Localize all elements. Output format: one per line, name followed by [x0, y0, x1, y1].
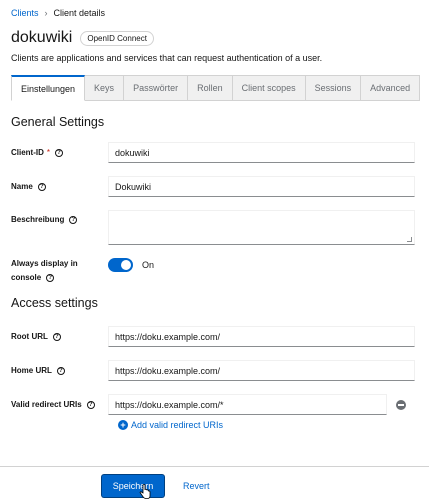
minus-circle-icon[interactable]: [396, 399, 406, 410]
help-icon[interactable]: ?: [46, 274, 55, 282]
name-input[interactable]: Dokuwiki: [108, 176, 415, 197]
name-label: Name ?: [11, 180, 108, 194]
always-display-label-line2: console: [11, 273, 42, 282]
add-redirect-uri-button[interactable]: + Add valid redirect URIs: [118, 420, 223, 430]
help-icon[interactable]: ?: [86, 400, 95, 409]
client-id-label: Client-ID * ?: [11, 146, 108, 160]
client-id-label-text: Client-ID: [11, 147, 44, 157]
protocol-badge: OpenID Connect: [80, 30, 154, 46]
page-title: dokuwiki: [11, 29, 73, 46]
always-display-toggle-group: On: [108, 257, 154, 272]
toggle-knob: [121, 260, 131, 270]
tab-einstellungen[interactable]: Einstellungen: [11, 75, 86, 101]
settings-form: General Settings Client-ID * ? dokuwiki …: [0, 115, 429, 430]
name-label-text: Name: [11, 181, 33, 191]
add-redirect-uri-label: Add valid redirect URIs: [131, 420, 224, 430]
mouse-pointer-icon: [139, 484, 151, 499]
resize-grip-icon[interactable]: [407, 237, 412, 242]
name-row: Name ? Dokuwiki: [11, 176, 418, 197]
description-textarea[interactable]: [108, 210, 415, 245]
redirect-uris-label-text: Valid redirect URIs: [11, 399, 82, 409]
help-icon[interactable]: ?: [56, 366, 65, 375]
root-url-label: Root URL ?: [11, 330, 108, 344]
root-url-row: Root URL ? https://doku.example.com/: [11, 326, 418, 347]
description-label: Beschreibung ?: [11, 210, 108, 227]
plus-circle-icon: +: [118, 420, 128, 430]
help-icon[interactable]: ?: [37, 182, 46, 191]
help-icon[interactable]: ?: [55, 148, 64, 157]
redirect-uris-label: Valid redirect URIs ?: [11, 398, 108, 412]
page-subtitle: Clients are applications and services th…: [11, 53, 323, 63]
toggle-state-label: On: [142, 260, 155, 270]
title-row: dokuwiki OpenID Connect: [11, 26, 418, 50]
add-redirect-row: + Add valid redirect URIs: [11, 420, 418, 430]
revert-button[interactable]: Revert: [183, 475, 210, 497]
tab-rollen[interactable]: Rollen: [188, 75, 233, 101]
save-button[interactable]: Speichern: [102, 475, 164, 497]
root-url-label-text: Root URL: [11, 331, 48, 341]
home-url-row: Home URL ? https://doku.example.com/: [11, 360, 418, 381]
tab-sessions[interactable]: Sessions: [305, 75, 362, 101]
redirect-uri-input[interactable]: https://doku.example.com/*: [108, 394, 387, 415]
description-label-text: Beschreibung: [11, 215, 65, 224]
access-settings-title: Access settings: [11, 296, 98, 310]
chevron-right-icon: ›: [44, 8, 48, 18]
always-display-row: Always display in console ? On: [11, 257, 418, 285]
tab-keys[interactable]: Keys: [85, 75, 125, 101]
always-display-label: Always display in console ?: [11, 257, 108, 285]
help-icon[interactable]: ?: [69, 216, 78, 224]
breadcrumb-current: Client details: [53, 8, 106, 18]
always-display-toggle[interactable]: [108, 258, 133, 272]
tab-passwoerter[interactable]: Passwörter: [124, 75, 189, 101]
home-url-label: Home URL ?: [11, 364, 108, 378]
general-settings-title: General Settings: [11, 115, 105, 129]
tab-bar: Einstellungen Keys Passwörter Rollen Cli…: [11, 75, 421, 101]
required-marker: *: [46, 147, 51, 157]
description-row: Beschreibung ?: [11, 210, 418, 245]
root-url-input[interactable]: https://doku.example.com/: [108, 326, 415, 347]
help-icon[interactable]: ?: [52, 332, 61, 341]
home-url-label-text: Home URL: [11, 365, 52, 375]
breadcrumb: Clients › Client details: [11, 0, 418, 24]
form-footer: Speichern Revert: [0, 466, 429, 500]
page-header: Clients › Client details dokuwiki OpenID…: [0, 0, 429, 101]
client-id-input[interactable]: dokuwiki: [108, 142, 415, 163]
breadcrumb-clients-link[interactable]: Clients: [11, 8, 39, 18]
tab-client-scopes[interactable]: Client scopes: [232, 75, 306, 101]
client-id-row: Client-ID * ? dokuwiki: [11, 142, 418, 163]
tab-advanced[interactable]: Advanced: [361, 75, 421, 101]
always-display-label-line1: Always display in: [11, 259, 78, 268]
home-url-input[interactable]: https://doku.example.com/: [108, 360, 415, 381]
redirect-uris-row: Valid redirect URIs ? https://doku.examp…: [11, 394, 418, 415]
